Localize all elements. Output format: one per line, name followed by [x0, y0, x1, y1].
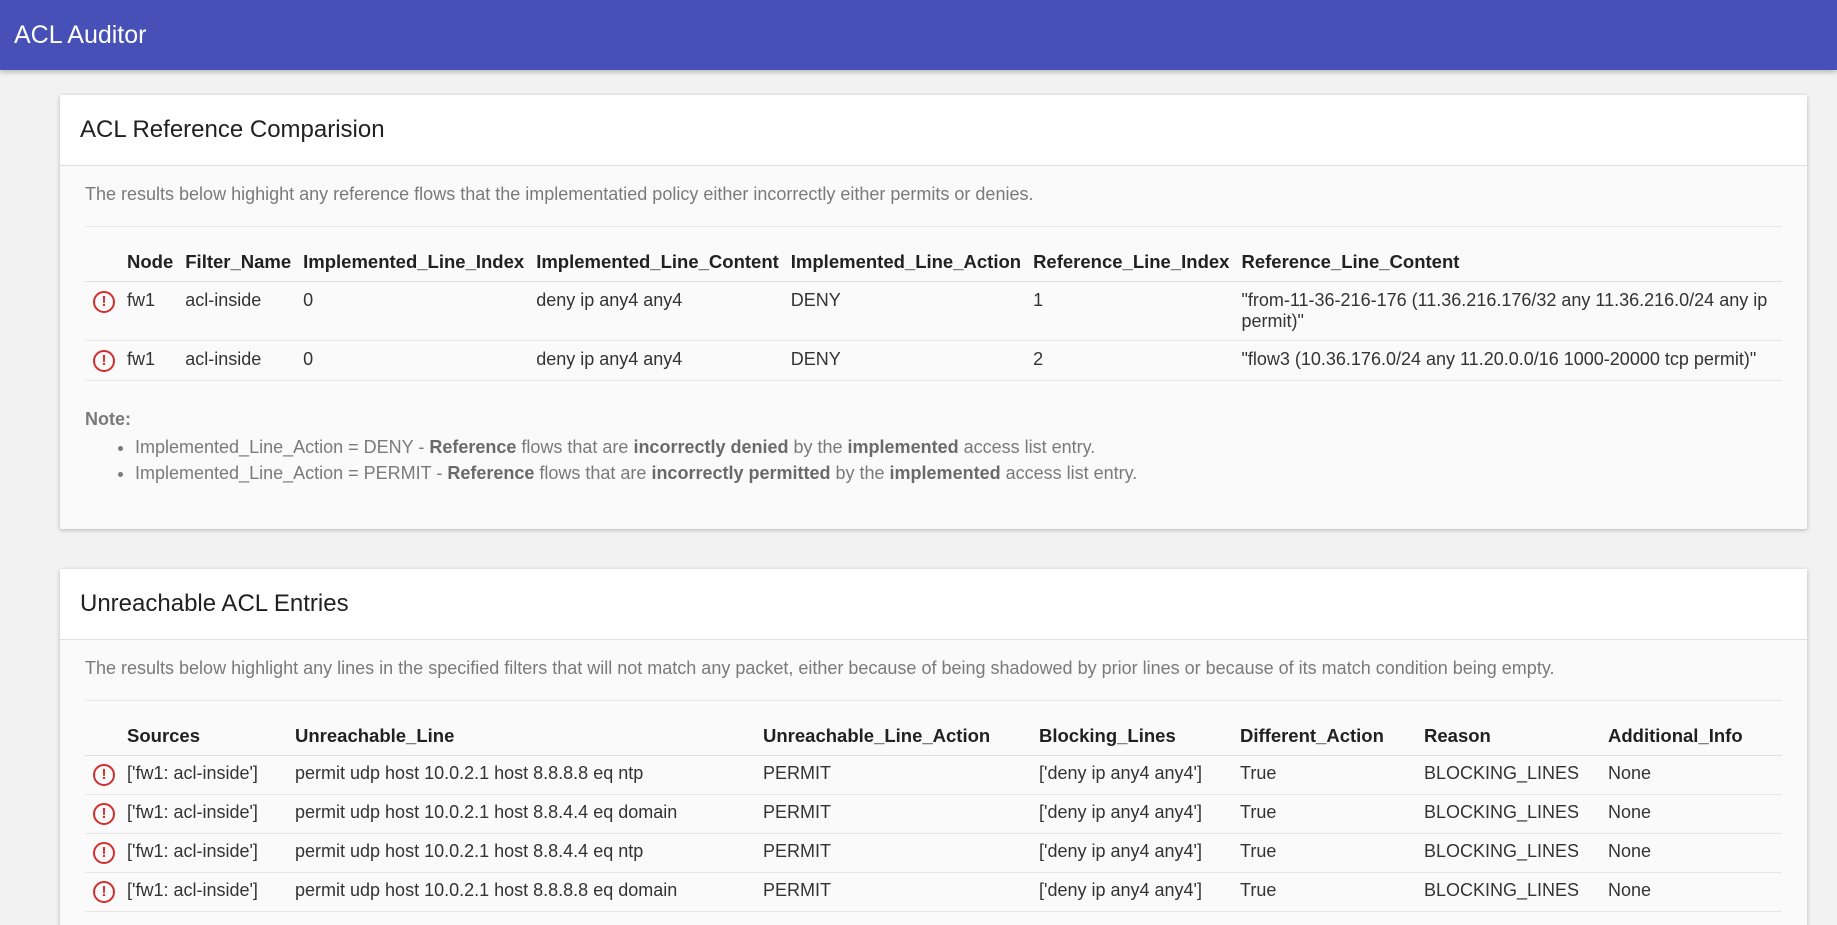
column-header: Blocking_Lines	[1033, 717, 1234, 756]
different-action-cell: True	[1234, 794, 1418, 834]
sources-cell: ['fw1: acl-inside']	[121, 872, 289, 912]
column-header: Reference_Line_Content	[1235, 243, 1782, 282]
icon-column-header	[85, 717, 121, 756]
acl-reference-comparison-card: ACL Reference Comparision The results be…	[60, 95, 1807, 529]
filter-name-cell: acl-inside	[179, 281, 298, 341]
additional-info-cell: None	[1602, 755, 1782, 795]
blocking-lines-cell: ['deny ip any4 any4']	[1033, 833, 1234, 873]
card-title: ACL Reference Comparision	[60, 95, 1807, 166]
error-circle-icon: !	[93, 842, 115, 864]
error-circle-icon: !	[93, 764, 115, 786]
table-row: ! ['fw1: acl-inside'] permit udp host 10…	[85, 833, 1782, 873]
implemented-line-content-cell: deny ip any4 any4	[530, 281, 785, 341]
reason-cell: BLOCKING_LINES	[1418, 794, 1602, 834]
blocking-lines-cell: ['deny ip any4 any4']	[1033, 872, 1234, 912]
unreachable-line-cell: permit udp host 10.0.2.1 host 8.8.4.4 eq…	[289, 833, 757, 873]
column-header: Filter_Name	[179, 243, 298, 282]
table-header-row: Sources Unreachable_Line Unreachable_Lin…	[85, 717, 1782, 756]
blocking-lines-cell: ['deny ip any4 any4']	[1033, 794, 1234, 834]
reason-cell: BLOCKING_LINES	[1418, 872, 1602, 912]
app-bar: ACL Auditor	[0, 0, 1837, 70]
node-cell: fw1	[121, 281, 180, 341]
note-title: Note:	[85, 409, 131, 429]
table-row: ! ['fw1: acl-inside'] permit udp host 10…	[85, 755, 1782, 795]
table-header-row: Node Filter_Name Implemented_Line_Index …	[85, 243, 1782, 282]
table-row: ! ['fw1: acl-inside'] permit udp host 10…	[85, 794, 1782, 834]
column-header: Reference_Line_Index	[1027, 243, 1236, 282]
implemented-line-action-cell: DENY	[784, 340, 1028, 381]
sources-cell: ['fw1: acl-inside']	[121, 755, 289, 795]
node-cell: fw1	[121, 340, 180, 381]
additional-info-cell: None	[1602, 794, 1782, 834]
different-action-cell: True	[1234, 872, 1418, 912]
column-header: Implemented_Line_Action	[784, 243, 1028, 282]
error-circle-icon: !	[93, 881, 115, 903]
error-circle-icon: !	[93, 803, 115, 825]
sources-cell: ['fw1: acl-inside']	[121, 794, 289, 834]
additional-info-cell: None	[1602, 872, 1782, 912]
unreachable-line-action-cell: PERMIT	[757, 794, 1033, 834]
card-description: The results below highlight any lines in…	[85, 640, 1782, 701]
card-description: The results below highight any reference…	[85, 166, 1782, 227]
unreachable-line-cell: permit udp host 10.0.2.1 host 8.8.8.8 eq…	[289, 755, 757, 795]
reference-line-index-cell: 1	[1027, 281, 1236, 341]
column-header: Unreachable_Line	[289, 717, 757, 756]
reason-cell: BLOCKING_LINES	[1418, 755, 1602, 795]
column-header: Implemented_Line_Content	[530, 243, 785, 282]
reference-line-content-cell: "flow3 (10.36.176.0/24 any 11.20.0.0/16 …	[1235, 340, 1782, 381]
sources-cell: ['fw1: acl-inside']	[121, 833, 289, 873]
comparison-table: Node Filter_Name Implemented_Line_Index …	[85, 243, 1782, 381]
additional-info-cell: None	[1602, 833, 1782, 873]
column-header: Additional_Info	[1602, 717, 1782, 756]
column-header: Different_Action	[1234, 717, 1418, 756]
error-circle-icon: !	[93, 291, 115, 313]
app-title: ACL Auditor	[14, 20, 147, 49]
column-header: Sources	[121, 717, 289, 756]
note-list: Implemented_Line_Action = DENY - Referen…	[135, 434, 1782, 486]
unreachable-line-action-cell: PERMIT	[757, 833, 1033, 873]
column-header: Node	[121, 243, 180, 282]
different-action-cell: True	[1234, 833, 1418, 873]
unreachable-acl-entries-card: Unreachable ACL Entries The results belo…	[60, 569, 1807, 925]
reference-line-index-cell: 2	[1027, 340, 1236, 381]
filter-name-cell: acl-inside	[179, 340, 298, 381]
different-action-cell: True	[1234, 755, 1418, 795]
blocking-lines-cell: ['deny ip any4 any4']	[1033, 755, 1234, 795]
reason-cell: BLOCKING_LINES	[1418, 833, 1602, 873]
card-title: Unreachable ACL Entries	[60, 569, 1807, 640]
implemented-line-index-cell: 0	[297, 281, 531, 341]
unreachable-line-cell: permit udp host 10.0.2.1 host 8.8.4.4 eq…	[289, 794, 757, 834]
note-item-deny: Implemented_Line_Action = DENY - Referen…	[135, 434, 1782, 460]
note-section: Note: Implemented_Line_Action = DENY - R…	[85, 409, 1782, 486]
unreachable-line-action-cell: PERMIT	[757, 872, 1033, 912]
implemented-line-content-cell: deny ip any4 any4	[530, 340, 785, 381]
reference-line-content-cell: "from-11-36-216-176 (11.36.216.176/32 an…	[1235, 281, 1782, 341]
column-header: Reason	[1418, 717, 1602, 756]
unreachable-line-cell: permit udp host 10.0.2.1 host 8.8.8.8 eq…	[289, 872, 757, 912]
error-circle-icon: !	[93, 350, 115, 372]
table-row: ! ['fw1: acl-inside'] permit udp host 10…	[85, 872, 1782, 912]
column-header: Unreachable_Line_Action	[757, 717, 1033, 756]
unreachable-table: Sources Unreachable_Line Unreachable_Lin…	[85, 717, 1782, 912]
column-header: Implemented_Line_Index	[297, 243, 531, 282]
table-row: ! fw1 acl-inside 0 deny ip any4 any4 DEN…	[85, 281, 1782, 341]
unreachable-line-action-cell: PERMIT	[757, 755, 1033, 795]
icon-column-header	[85, 243, 121, 282]
implemented-line-action-cell: DENY	[784, 281, 1028, 341]
table-row: ! fw1 acl-inside 0 deny ip any4 any4 DEN…	[85, 340, 1782, 381]
implemented-line-index-cell: 0	[297, 340, 531, 381]
note-item-permit: Implemented_Line_Action = PERMIT - Refer…	[135, 460, 1782, 486]
